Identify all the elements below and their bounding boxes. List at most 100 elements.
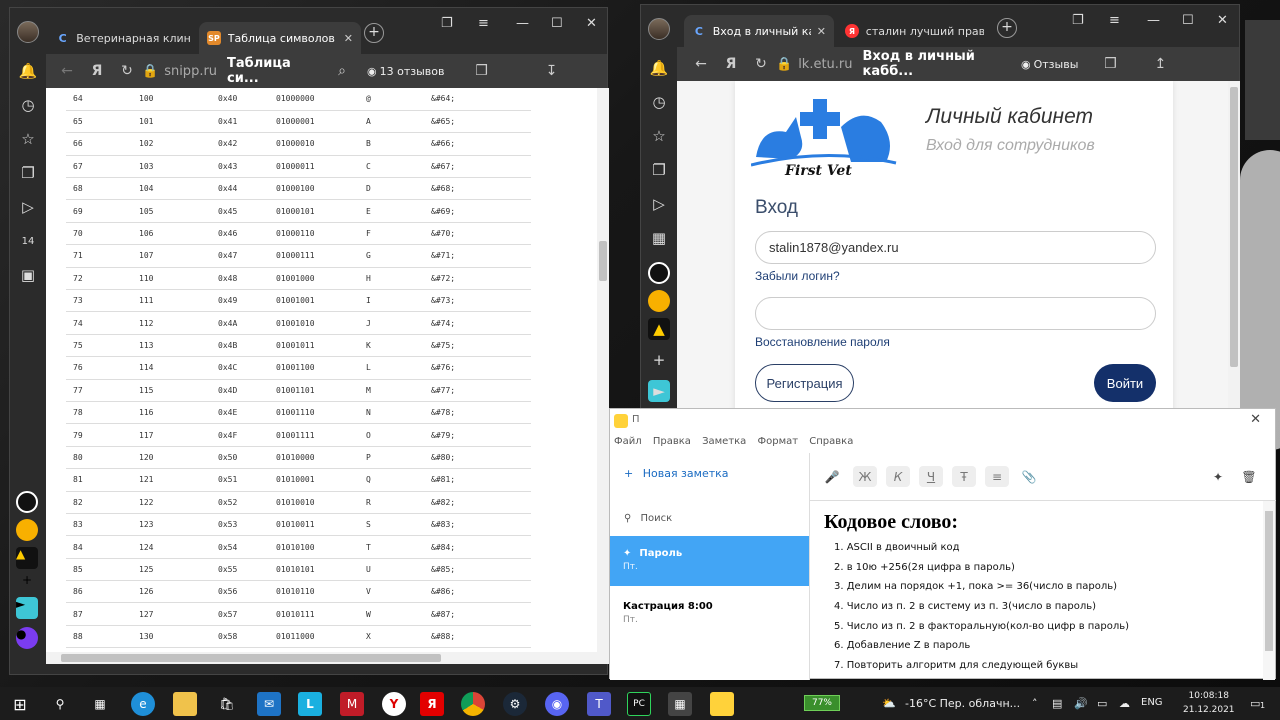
play-icon[interactable]: ▷ [645,190,673,218]
signin-button[interactable]: Войти [1094,364,1156,402]
sticky-notes-icon[interactable] [710,692,734,716]
new-tab-button[interactable]: + [997,18,1017,38]
vertical-scrollbar[interactable] [597,88,609,664]
forgot-login-link[interactable]: Забыли логин? [755,269,840,283]
vertical-scrollbar[interactable] [1228,81,1240,438]
close-window-button[interactable]: ✕ [1217,13,1228,28]
share-icon[interactable]: ↥ [1145,56,1175,72]
pycharm-icon[interactable]: PC [627,692,651,716]
close-tab-icon[interactable]: ✕ [817,25,826,38]
restore-password-link[interactable]: Восстановление пароля [755,335,890,349]
bookmark-icon[interactable]: ❒ [1095,56,1125,72]
yandex-icon[interactable]: Я [420,692,444,716]
microphone-icon[interactable]: 🎤 [820,466,844,487]
bold-button[interactable]: Ж [853,466,877,487]
login-field[interactable]: stalin1878@yandex.ru [755,231,1156,264]
app-icon[interactable]: ► [16,597,38,619]
strikethrough-button[interactable]: Ŧ [952,466,976,487]
menu-note[interactable]: Заметка [702,436,746,447]
notifications-icon[interactable]: ▭ [1250,697,1260,710]
tabs-icon[interactable]: ❐ [441,16,453,31]
back-icon[interactable]: ← [686,56,716,72]
task-view-icon[interactable]: ▦ [88,692,112,716]
close-window-button[interactable]: ✕ [1250,412,1261,427]
underline-button[interactable]: Ч [919,466,943,487]
yandex-browser-icon[interactable]: Y [382,692,406,716]
tabs-icon[interactable]: ❐ [1072,13,1084,28]
pin-icon[interactable]: ✦ [1206,466,1230,487]
weather-icon[interactable]: ⛅ [882,697,896,710]
calculator-icon[interactable]: ▦ [668,692,692,716]
star-icon[interactable]: ☆ [645,122,673,150]
bookmark-icon[interactable]: ❒ [466,63,496,79]
discord-icon[interactable]: ◉ [545,692,569,716]
password-field[interactable] [755,297,1156,330]
clock-icon[interactable]: ◷ [645,88,673,116]
new-note-button[interactable]: + Новая заметка [624,467,729,480]
tab-ascii[interactable]: SP Таблица символов ASCII ✕ [199,22,361,54]
teams-icon[interactable]: T [587,692,611,716]
download-icon[interactable]: ↧ [536,63,566,79]
menu-help[interactable]: Справка [809,436,853,447]
reload-icon[interactable]: ↻ [746,56,776,72]
app-icon[interactable] [16,519,38,541]
volume-icon[interactable]: 🔊 [1074,697,1088,710]
attach-icon[interactable]: 📎 [1017,466,1041,487]
app-icon[interactable]: ▲ [16,547,38,569]
url-field[interactable]: 🔒 snipp.ru Таблица си... [142,56,317,86]
reviews-button[interactable]: ◉ Отзывы [1021,58,1078,71]
horizontal-scrollbar[interactable] [46,652,609,664]
list-icon[interactable]: ≡ [985,466,1009,487]
reviews-button[interactable]: ◉ 13 отзывов [367,65,444,78]
app-l-icon[interactable]: L [298,692,322,716]
avatar[interactable] [648,18,670,40]
windows-start-icon[interactable]: ⊞ [8,692,32,716]
menu-icon[interactable]: ≡ [1109,13,1120,28]
edge-icon[interactable]: e [131,692,155,716]
app-icon[interactable] [16,491,38,513]
menu-edit[interactable]: Правка [653,436,691,447]
store-icon[interactable]: 🛍 [215,692,239,716]
app-icon[interactable]: ▲ [648,318,670,340]
maximize-button[interactable]: ☐ [1182,13,1194,28]
tray-chevron-icon[interactable]: ˄ [1032,697,1038,710]
note-editor[interactable]: Кодовое слово: 1. ASCII в двоичный код 2… [810,501,1264,680]
steam-icon[interactable]: ⚙ [503,692,527,716]
avatar[interactable] [17,21,39,43]
close-window-button[interactable]: ✕ [586,16,597,31]
apps-grid-icon[interactable]: ▦ [645,224,673,252]
delete-icon[interactable]: 🗑 [1237,466,1261,487]
scroll-thumb[interactable] [1265,511,1273,651]
calendar-icon[interactable]: 14 [14,227,42,255]
bell-icon[interactable]: 🔔 [14,57,42,85]
tab-login[interactable]: С Вход в личный каби ✕ [684,15,834,47]
mail-icon[interactable]: ✉ [257,692,281,716]
vertical-scrollbar[interactable] [1263,501,1275,680]
list-item[interactable]: Кастрация 8:00 Пт. [610,589,809,639]
explorer-icon[interactable] [173,692,197,716]
close-tab-icon[interactable]: ✕ [344,32,353,45]
tab-vet[interactable]: С Ветеринарная клиника [48,22,198,54]
screenshot-icon[interactable]: ▣ [14,261,42,289]
reload-icon[interactable]: ↻ [112,63,142,79]
weather-text[interactable]: -16°C Пер. облачн... [905,697,1020,710]
app-icon[interactable] [648,290,670,312]
scroll-thumb[interactable] [61,654,441,662]
scroll-thumb[interactable] [1230,87,1238,367]
back-icon[interactable]: ← [52,63,82,79]
notes-search[interactable]: ⚲ Поиск [624,513,672,524]
add-icon[interactable]: + [645,346,673,374]
alice-icon[interactable]: ● [16,627,38,649]
menu-format[interactable]: Формат [758,436,799,447]
bell-icon[interactable]: 🔔 [645,54,673,82]
clock[interactable]: 10:08:18 21.12.2021 [1183,689,1235,717]
minimize-button[interactable]: — [1147,13,1160,28]
tab-yandex[interactable]: Я сталин лучший правит [837,15,992,47]
add-icon[interactable]: + [22,573,32,587]
chrome-icon[interactable] [461,692,485,716]
app-icon[interactable]: ► [648,380,670,402]
new-tab-button[interactable]: + [364,23,384,43]
battery-indicator[interactable]: 77% [804,695,840,711]
register-button[interactable]: Регистрация [755,364,854,402]
url-field[interactable]: 🔒 lk.etu.ru Вход в личный кабб... [776,49,1016,79]
